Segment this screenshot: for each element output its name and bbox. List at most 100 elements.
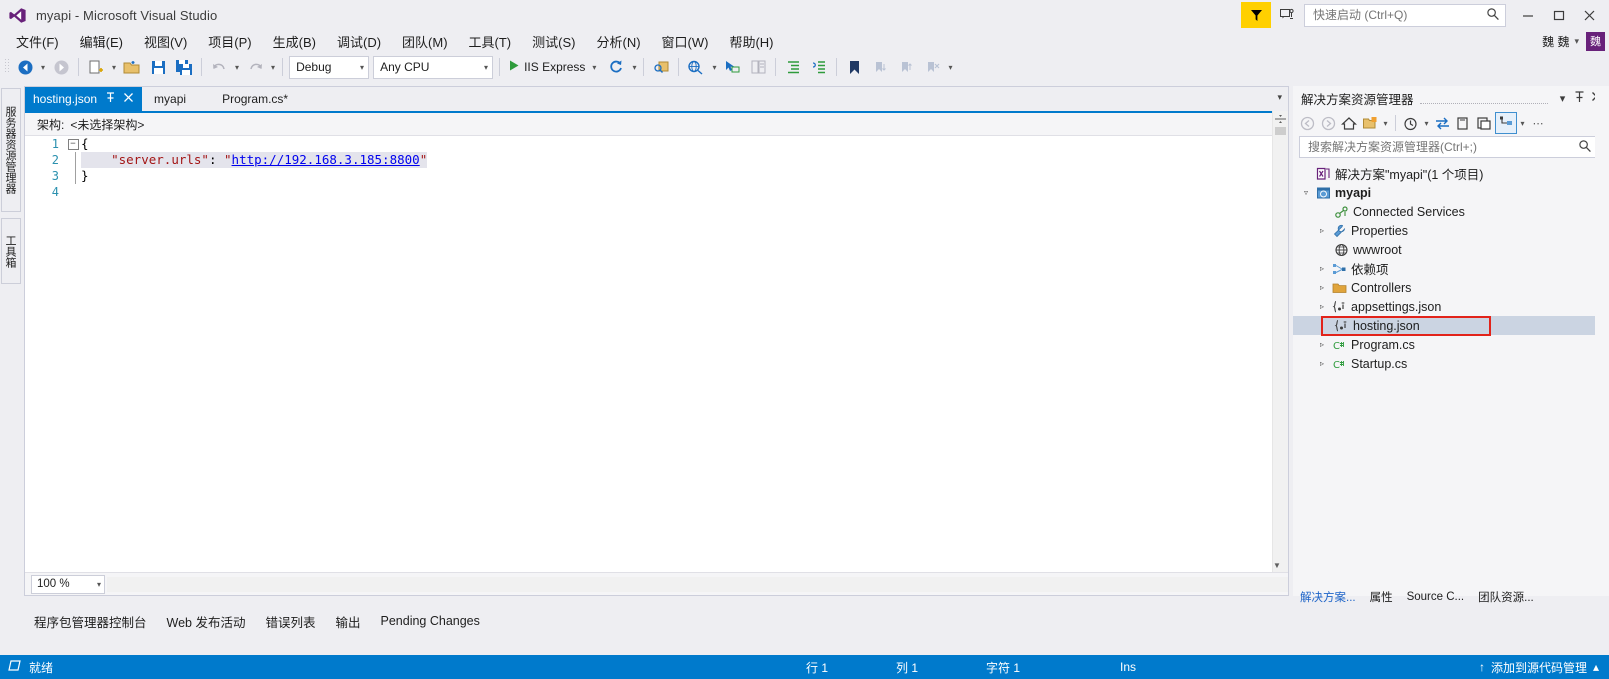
solution-platform-combo[interactable]: Any CPU ▾ (373, 55, 494, 79)
properties-icon[interactable]: ⋯ (1528, 113, 1548, 133)
show-all-files-icon[interactable] (1495, 112, 1517, 134)
tree-node-hosting-json[interactable]: hosting.json (1293, 316, 1609, 335)
navigate-back-icon[interactable] (12, 56, 38, 78)
browser-link-caret[interactable]: ▾ (709, 63, 719, 72)
tree-node-connected-services[interactable]: Connected Services (1293, 202, 1609, 221)
bottom-tab-web-publish-activity[interactable]: Web 发布活动 (157, 612, 256, 631)
refresh-icon[interactable] (603, 56, 629, 78)
menu-tools[interactable]: 工具(T) (459, 30, 522, 53)
status-add-to-source-control[interactable]: 添加到源代码管理 (1491, 659, 1587, 676)
chevron-down-icon[interactable]: ▾ (1574, 36, 1579, 47)
expander-collapsed-icon[interactable]: ▹ (1315, 264, 1329, 273)
maximize-button[interactable] (1543, 3, 1574, 27)
chevron-down-icon[interactable]: ▾ (1554, 92, 1571, 105)
refresh-caret[interactable]: ▾ (629, 63, 639, 72)
chevron-down-icon[interactable]: ▾ (1422, 119, 1431, 128)
expander-expanded-icon[interactable]: ▿ (1299, 188, 1313, 197)
send-feedback-icon[interactable] (1274, 2, 1300, 28)
pending-changes-filter-icon[interactable] (1360, 113, 1380, 133)
new-project-caret[interactable]: ▾ (109, 63, 119, 72)
se-tab-team-explorer[interactable]: 团队资源... (1471, 589, 1541, 605)
bottom-tab-output[interactable]: 输出 (325, 612, 370, 631)
menu-debug[interactable]: 调试(D) (327, 30, 391, 53)
pin-icon[interactable] (105, 92, 116, 106)
minimize-button[interactable] (1512, 3, 1543, 27)
collapse-all-icon[interactable] (1474, 113, 1494, 133)
navigate-back-caret[interactable]: ▾ (38, 63, 48, 72)
se-tab-source-control[interactable]: Source C... (1400, 591, 1472, 603)
tree-node-properties[interactable]: ▹ Properties (1293, 221, 1609, 240)
menu-analyze[interactable]: 分析(N) (586, 30, 650, 53)
tree-node-startup-cs[interactable]: ▹ C Startup.cs (1293, 354, 1609, 373)
tree-node-solution[interactable]: 解决方案"myapi"(1 个项目) (1293, 164, 1609, 183)
refresh-icon[interactable] (1453, 113, 1473, 133)
history-icon[interactable] (1401, 113, 1421, 133)
save-all-icon[interactable] (171, 56, 197, 78)
sidebar-tab-server-explorer[interactable]: 服务器资源管理器 (1, 88, 21, 212)
open-file-icon[interactable] (119, 56, 145, 78)
bottom-tab-package-manager-console[interactable]: 程序包管理器控制台 (24, 612, 157, 631)
search-input[interactable] (1306, 139, 1578, 155)
code-editor-surface[interactable]: 1 − { 2 "server.urls": "http://192.168.3… (25, 136, 1288, 576)
editor-tab-hosting-json[interactable]: hosting.json (25, 87, 143, 111)
se-tab-properties[interactable]: 属性 (1363, 589, 1400, 605)
preview-selected-items-icon[interactable] (648, 56, 674, 78)
zoom-level-combo[interactable]: 100 % ▾ (31, 574, 105, 594)
dock-splitter[interactable] (1272, 86, 1289, 596)
expander-collapsed-icon[interactable]: ▹ (1315, 302, 1329, 311)
menu-project[interactable]: 项目(P) (198, 30, 261, 53)
sidebar-tab-toolbox[interactable]: 工具箱 (1, 218, 21, 284)
bottom-tab-pending-changes[interactable]: Pending Changes (371, 614, 490, 628)
menu-build[interactable]: 生成(B) (263, 30, 326, 53)
expander-collapsed-icon[interactable]: ▹ (1315, 226, 1329, 235)
chevron-down-icon[interactable]: ▾ (1518, 119, 1527, 128)
schema-selector[interactable]: <未选择架构> (70, 116, 144, 133)
chevron-down-icon[interactable]: ▾ (589, 63, 599, 72)
editor-horizontal-scrollbar[interactable] (107, 576, 1288, 592)
menu-edit[interactable]: 编辑(E) (70, 30, 133, 53)
notification-flag-icon[interactable] (1241, 2, 1271, 28)
expander-collapsed-icon[interactable]: ▹ (1315, 283, 1329, 292)
tree-node-controllers[interactable]: ▹ Controllers (1293, 278, 1609, 297)
url-hyperlink[interactable]: http://192.168.3.185:8800 (232, 152, 420, 167)
sync-with-active-document-icon[interactable] (1432, 113, 1452, 133)
menu-test[interactable]: 测试(S) (522, 30, 585, 53)
menu-team[interactable]: 团队(M) (392, 30, 458, 53)
quick-launch-box[interactable] (1304, 3, 1506, 27)
new-project-icon[interactable] (83, 56, 109, 78)
bottom-tab-error-list[interactable]: 错误列表 (255, 612, 325, 631)
menu-window[interactable]: 窗口(W) (652, 30, 719, 53)
menu-help[interactable]: 帮助(H) (719, 30, 783, 53)
pin-icon[interactable] (1571, 90, 1588, 106)
expander-collapsed-icon[interactable]: ▹ (1315, 359, 1329, 368)
menu-file[interactable]: 文件(F) (6, 30, 69, 53)
start-debug-button[interactable]: IIS Express ▾ (504, 59, 603, 75)
close-button[interactable] (1574, 3, 1605, 27)
toolbar-overflow-caret[interactable]: ▾ (945, 63, 955, 72)
tree-node-wwwroot[interactable]: wwwroot (1293, 240, 1609, 259)
quick-launch-input[interactable] (1311, 7, 1485, 23)
tree-node-appsettings-json[interactable]: ▹ appsettings.json (1293, 297, 1609, 316)
fold-toggle-icon[interactable]: − (65, 136, 81, 152)
indent-icon[interactable] (780, 56, 806, 78)
solution-explorer-search[interactable]: ▾ (1299, 136, 1603, 158)
editor-tab-program-cs[interactable]: Program.cs* (210, 87, 301, 111)
tree-node-project-myapi[interactable]: ▿ myapi (1293, 183, 1609, 202)
chevron-down-icon[interactable]: ▾ (1381, 119, 1390, 128)
avatar[interactable]: 魏 (1586, 31, 1605, 51)
menu-view[interactable]: 视图(V) (134, 30, 197, 53)
expander-collapsed-icon[interactable]: ▹ (1315, 340, 1329, 349)
account-name[interactable]: 魏 魏 (1542, 33, 1569, 50)
bookmark-icon[interactable] (841, 56, 867, 78)
solution-explorer-scrollbar[interactable] (1595, 86, 1609, 596)
editor-tab-myapi[interactable]: myapi (142, 87, 211, 111)
chevron-up-icon[interactable]: ▴ (1593, 660, 1599, 674)
home-icon[interactable] (1339, 113, 1359, 133)
status-source-control-group[interactable]: ↑ 添加到源代码管理 ▴ (1479, 659, 1599, 676)
comment-icon[interactable] (806, 56, 832, 78)
tree-node-dependencies[interactable]: ▹ 依赖项 (1293, 259, 1609, 278)
browser-link-icon[interactable] (683, 56, 709, 78)
close-icon[interactable] (123, 92, 134, 106)
tree-node-program-cs[interactable]: ▹ C Program.cs (1293, 335, 1609, 354)
solution-configuration-combo[interactable]: Debug ▾ (289, 55, 370, 79)
